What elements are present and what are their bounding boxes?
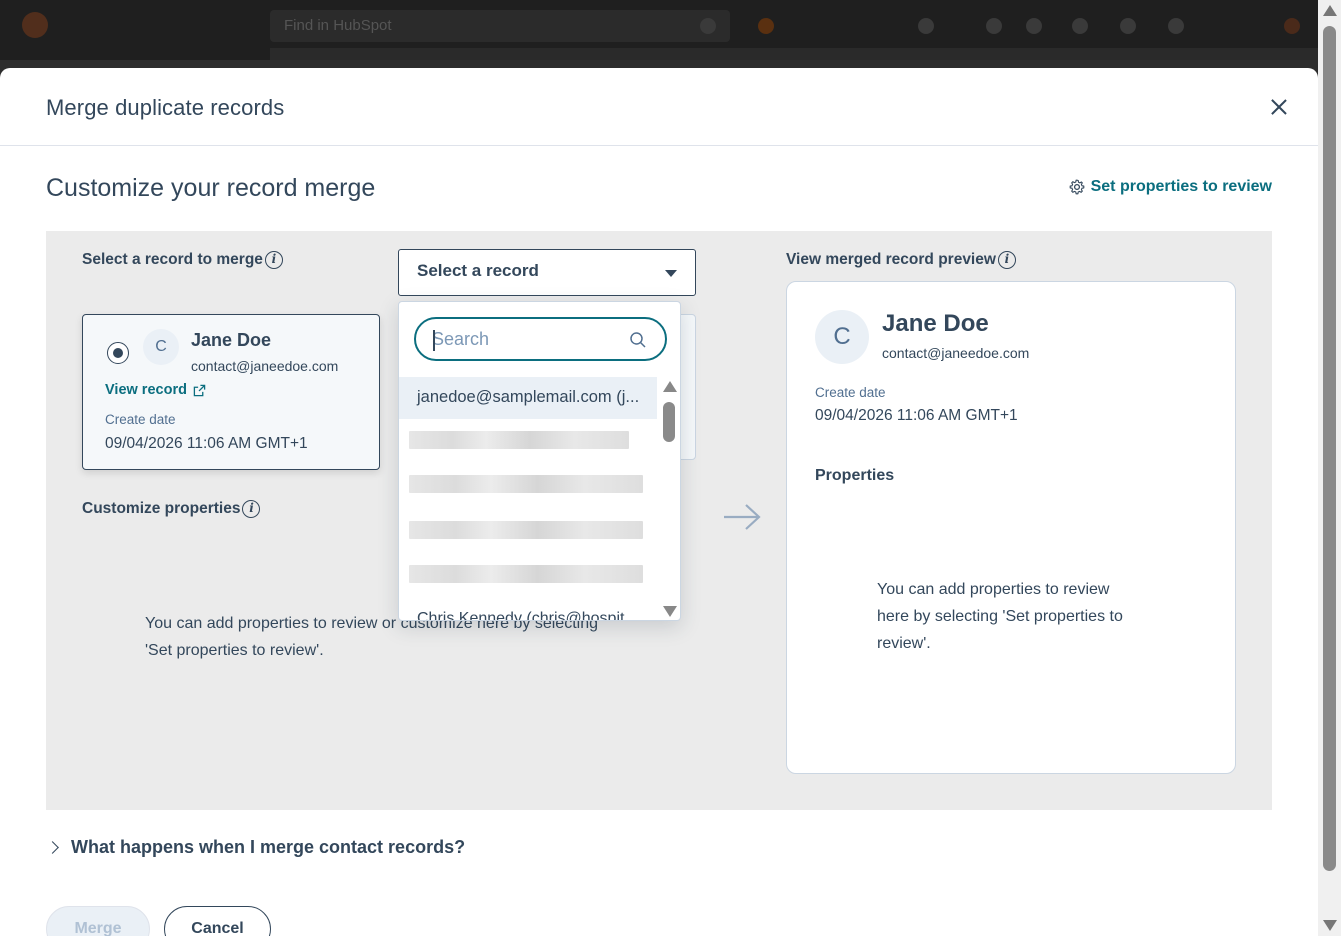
page-title: Customize your record merge bbox=[46, 174, 376, 202]
preview-email: contact@janeedoe.com bbox=[882, 345, 1030, 361]
preview-properties-heading: Properties bbox=[815, 467, 895, 484]
record-email: contact@janeedoe.com bbox=[191, 358, 339, 374]
select-record-heading: Select a record to merge i bbox=[82, 251, 283, 269]
page-scrollbar[interactable] bbox=[1318, 0, 1341, 936]
app-sub-bar bbox=[270, 48, 1320, 60]
merged-preview-card: C Jane Doe contact@janeedoe.com Create d… bbox=[786, 281, 1236, 774]
avatar: C bbox=[815, 310, 869, 364]
chevron-right-icon bbox=[46, 841, 59, 854]
scroll-up-icon[interactable] bbox=[1323, 5, 1337, 16]
merge-faq-toggle[interactable]: What happens when I merge contact record… bbox=[46, 837, 465, 858]
app-top-bar: Find in HubSpot bbox=[0, 0, 1341, 60]
phone-icon bbox=[986, 18, 1002, 34]
info-icon[interactable]: i bbox=[997, 251, 1016, 269]
global-search-input: Find in HubSpot bbox=[270, 10, 730, 42]
arrow-right-icon bbox=[724, 504, 761, 530]
preview-empty-text: You can add properties to review here by… bbox=[877, 581, 1123, 652]
create-date-value: 09/04/2026 11:06 AM GMT+1 bbox=[105, 435, 308, 452]
scroll-up-icon[interactable] bbox=[663, 381, 677, 392]
select-record-dropdown[interactable]: Select a record bbox=[398, 249, 696, 296]
search-field[interactable] bbox=[414, 317, 667, 361]
info-icon[interactable]: i bbox=[264, 251, 283, 269]
redacted-option[interactable] bbox=[409, 431, 629, 449]
preview-heading: View merged record preview i bbox=[786, 251, 1016, 269]
avatar bbox=[1284, 18, 1300, 34]
scroll-thumb[interactable] bbox=[1323, 26, 1336, 871]
info-icon[interactable]: i bbox=[242, 500, 261, 518]
scroll-down-icon[interactable] bbox=[1323, 920, 1337, 931]
avatar: C bbox=[143, 329, 179, 365]
merge-button[interactable]: Merge bbox=[46, 906, 150, 936]
search-icon bbox=[630, 332, 646, 348]
gear-icon bbox=[1120, 18, 1136, 34]
record-option[interactable]: janedoe@samplemail.com (j... bbox=[399, 377, 657, 419]
record-options-menu: janedoe@samplemail.com (j... Chris Kenne… bbox=[398, 301, 681, 621]
close-icon[interactable] bbox=[1266, 94, 1292, 120]
set-properties-label: Set properties to review bbox=[1090, 178, 1272, 195]
gear-icon bbox=[1069, 179, 1084, 195]
caret-down-icon bbox=[665, 270, 677, 277]
modal-title: Merge duplicate records bbox=[46, 95, 285, 120]
set-properties-link[interactable]: Set properties to review bbox=[1069, 178, 1272, 196]
redacted-option[interactable] bbox=[409, 565, 643, 583]
view-record-link[interactable]: View record bbox=[105, 382, 206, 398]
bell-icon bbox=[1168, 18, 1184, 34]
preview-create-date-value: 09/04/2026 11:06 AM GMT+1 bbox=[815, 407, 1018, 424]
primary-record-card[interactable]: C Jane Doe contact@janeedoe.com View rec… bbox=[82, 314, 380, 470]
customize-properties-heading: Customize properties i bbox=[82, 500, 261, 518]
marketplace-icon bbox=[1026, 18, 1042, 34]
redacted-option[interactable] bbox=[409, 475, 643, 493]
create-date-label: Create date bbox=[105, 412, 176, 427]
preview-create-date-label: Create date bbox=[815, 385, 886, 400]
search-icon bbox=[700, 18, 716, 34]
help-icon bbox=[918, 18, 934, 34]
preview-name: Jane Doe bbox=[882, 310, 989, 337]
upgrade-icon bbox=[758, 18, 774, 34]
text-cursor bbox=[433, 330, 435, 351]
record-name: Jane Doe bbox=[191, 330, 272, 350]
hubspot-logo-icon bbox=[22, 12, 48, 38]
apps-icon bbox=[1072, 18, 1088, 34]
modal-header: Merge duplicate records bbox=[0, 68, 1318, 146]
record-radio[interactable] bbox=[107, 342, 129, 364]
menu-scrollbar[interactable] bbox=[660, 377, 680, 620]
cancel-button[interactable]: Cancel bbox=[164, 906, 271, 936]
scroll-down-icon[interactable] bbox=[663, 606, 677, 617]
record-option[interactable]: Chris Kennedy (chris@hospit... bbox=[417, 610, 638, 620]
scroll-thumb[interactable] bbox=[663, 402, 675, 442]
search-input[interactable] bbox=[432, 329, 622, 350]
external-link-icon bbox=[193, 384, 206, 396]
redacted-option[interactable] bbox=[409, 521, 643, 539]
